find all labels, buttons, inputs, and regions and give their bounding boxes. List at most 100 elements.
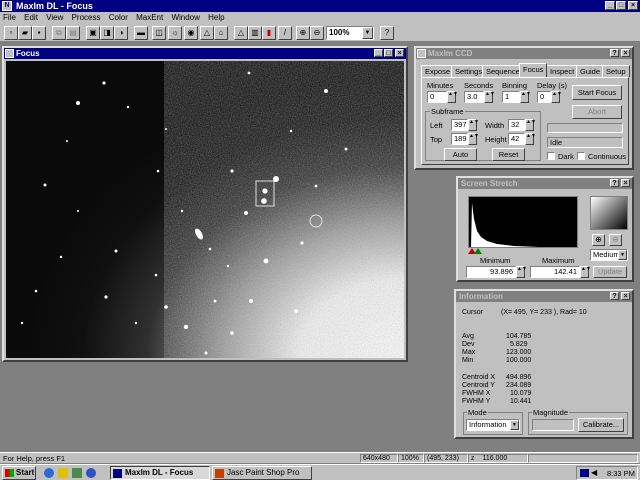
stretch-zoom-in-icon[interactable]: ⊕: [592, 234, 605, 246]
focus-icon[interactable]: ◉: [184, 26, 198, 40]
top-field[interactable]: 189: [451, 133, 468, 145]
start-button[interactable]: Start: [2, 466, 36, 480]
left-field[interactable]: 397: [451, 119, 468, 131]
color-wheel-icon[interactable]: ◑: [114, 26, 128, 40]
stretch-mode-chevron-icon[interactable]: ▼: [618, 250, 627, 260]
task-maxim-dl[interactable]: MaxIm DL - Focus: [110, 466, 210, 480]
tab-guide[interactable]: Guide: [576, 65, 605, 77]
mode-select[interactable]: Information ▼: [466, 419, 520, 431]
minimum-field[interactable]: 93.896: [466, 266, 516, 278]
new-file-icon[interactable]: ▫: [4, 26, 18, 40]
stretch-mode-select[interactable]: Medium ▼: [590, 249, 628, 261]
star-icon[interactable]: ☼: [168, 26, 182, 40]
focus-maximize-button[interactable]: □: [384, 49, 393, 57]
minimum-spinner[interactable]: ▲▼: [516, 266, 527, 278]
minimize-button[interactable]: _: [605, 1, 615, 10]
context-help-icon[interactable]: ?: [380, 26, 394, 40]
menu-color[interactable]: Color: [106, 12, 131, 24]
save-icon[interactable]: ▪: [32, 26, 46, 40]
telescope-icon[interactable]: △: [200, 26, 214, 40]
open-file-icon[interactable]: ▰: [18, 26, 32, 40]
stretch-zoom-out-icon[interactable]: ⊖: [609, 234, 622, 246]
taskbar: Start MaxIm DL - Focus Jasc Paint Shop P…: [0, 464, 640, 480]
minutes-field[interactable]: 0: [427, 91, 447, 103]
delay-field[interactable]: 0: [537, 91, 551, 103]
zoom-select[interactable]: 100% ▼: [326, 26, 374, 40]
observatory-icon[interactable]: ⌂: [214, 26, 228, 40]
image-icon[interactable]: ▣: [86, 26, 100, 40]
seconds-field[interactable]: 3.0: [464, 91, 484, 103]
task-paint-shop-pro[interactable]: Jasc Paint Shop Pro: [212, 466, 312, 480]
desktop-icon[interactable]: [72, 468, 82, 478]
menu-window[interactable]: Window: [168, 12, 202, 24]
magnitude-field[interactable]: [532, 419, 574, 431]
info-help-button[interactable]: ?: [610, 292, 619, 300]
focus-close-button[interactable]: ×: [395, 49, 404, 57]
filter-icon[interactable]: ▥: [248, 26, 262, 40]
monitor-tray-icon[interactable]: [580, 469, 589, 477]
volume-icon[interactable]: ◀: [591, 468, 597, 477]
mode-chevron-icon[interactable]: ▼: [510, 420, 519, 430]
tab-inspect[interactable]: Inspect: [546, 65, 579, 77]
dark-checkbox[interactable]: [547, 152, 555, 160]
update-button[interactable]: Update: [593, 266, 627, 278]
compare-icon[interactable]: ◨: [100, 26, 114, 40]
focus-minimize-button[interactable]: _: [374, 49, 383, 57]
reset-button[interactable]: Reset: [492, 148, 525, 161]
menu-file[interactable]: File: [0, 12, 19, 24]
maximize-button[interactable]: □: [616, 1, 626, 10]
close-button[interactable]: ×: [628, 1, 638, 10]
width-field[interactable]: 32: [508, 119, 525, 131]
stretch-close-button[interactable]: ×: [621, 179, 630, 187]
binning-field[interactable]: 1: [502, 91, 520, 103]
height-field[interactable]: 42: [508, 133, 525, 145]
focus-image-canvas[interactable]: [6, 61, 404, 358]
tab-settings[interactable]: Settings: [451, 65, 487, 77]
maximum-spinner[interactable]: ▲▼: [580, 266, 591, 278]
calibrate-button[interactable]: Calibrate...: [578, 418, 624, 432]
binning-spinner[interactable]: ▲▼: [520, 91, 531, 103]
continuous-checkbox[interactable]: [577, 152, 585, 160]
abort-button[interactable]: Abort: [572, 105, 622, 119]
stretch-help-button[interactable]: ?: [610, 179, 619, 187]
channels-icon[interactable]: [86, 468, 96, 478]
outlook-icon[interactable]: [58, 468, 68, 478]
ie-icon[interactable]: [44, 468, 54, 478]
copy-icon[interactable]: ⧉: [52, 26, 66, 40]
triangle-icon[interactable]: △: [234, 26, 248, 40]
start-focus-button[interactable]: Start Focus: [572, 85, 622, 100]
paste-icon[interactable]: ▤: [66, 26, 80, 40]
maximum-field[interactable]: 142.41: [530, 266, 580, 278]
menu-maxent[interactable]: MaxEnt: [133, 12, 166, 24]
ccd-help-button[interactable]: ?: [610, 49, 619, 57]
camera-icon[interactable]: ◫: [152, 26, 166, 40]
tab-expose[interactable]: Expose: [421, 65, 455, 77]
tab-setup[interactable]: Setup: [602, 65, 630, 77]
menu-process[interactable]: Process: [69, 12, 104, 24]
width-spinner[interactable]: ▲▼: [525, 119, 536, 131]
zoom-out-icon[interactable]: ⊖: [310, 26, 324, 40]
zoom-in-icon[interactable]: ⊕: [296, 26, 310, 40]
tab-focus[interactable]: Focus: [519, 63, 548, 77]
histogram-icon[interactable]: ▬: [134, 26, 148, 40]
left-spinner[interactable]: ▲▼: [468, 119, 479, 131]
auto-button[interactable]: Auto: [444, 148, 477, 161]
maximum-marker-icon[interactable]: [474, 248, 482, 254]
ccd-close-button[interactable]: ×: [621, 49, 630, 57]
minutes-spinner[interactable]: ▲▼: [447, 91, 458, 103]
menu-view[interactable]: View: [43, 12, 66, 24]
menu-edit[interactable]: Edit: [21, 12, 41, 24]
tab-sequence[interactable]: Sequence: [482, 65, 524, 77]
mode-value: Information: [469, 420, 507, 429]
seconds-spinner[interactable]: ▲▼: [484, 91, 495, 103]
pencil-icon[interactable]: /: [278, 26, 292, 40]
histogram-plot[interactable]: [468, 196, 578, 248]
top-spinner[interactable]: ▲▼: [468, 133, 479, 145]
chevron-down-icon[interactable]: ▼: [362, 27, 373, 39]
height-spinner[interactable]: ▲▼: [525, 133, 536, 145]
status-panel-empty: [528, 454, 638, 463]
menu-help[interactable]: Help: [205, 12, 227, 24]
info-close-button[interactable]: ×: [621, 292, 630, 300]
traffic-light-icon[interactable]: ▮: [262, 26, 276, 40]
delay-spinner[interactable]: ▲▼: [551, 91, 562, 103]
